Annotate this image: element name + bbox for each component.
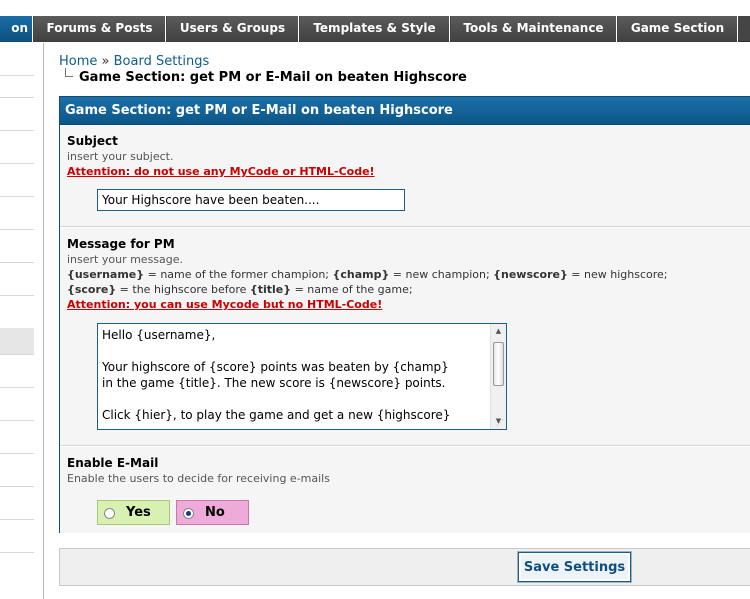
textarea-line [102,392,502,408]
tab-configuration[interactable]: on [0,16,33,42]
sidebar-item[interactable] [0,43,34,76]
sidebar-item[interactable] [0,76,34,98]
radio-label-yes: Yes [126,505,151,520]
textarea-line: Hello {username}, [102,328,216,342]
sidebar-item[interactable] [0,263,34,296]
top-navigation: on Forums & Posts Users & Groups Templat… [0,16,750,42]
subject-title: Subject [67,134,118,148]
sidebar-item[interactable] [0,197,34,230]
resize-grip-icon[interactable]: ⋰ [496,419,504,427]
tab-game-section[interactable]: Game Section [618,16,738,42]
scrollbar-thumb[interactable] [493,342,504,386]
message-textarea[interactable]: Hello {username}, Your highscore of {sco… [97,323,507,430]
sidebar-item[interactable] [0,421,34,454]
form-header: Game Section: get PM or E-Mail on beaten… [60,97,750,125]
subject-input[interactable] [97,189,405,211]
sidebar-item[interactable] [0,230,34,263]
email-yes-option[interactable]: Yes [97,500,170,525]
subject-warning: Attention: do not use any MyCode or HTML… [67,165,375,178]
sidebar-item[interactable] [0,454,34,487]
email-title: Enable E-Mail [67,456,159,470]
textarea-line: Click {hier}, to play the game and get a… [102,408,451,422]
message-variables-line-2: {score} = the highscore before {title} =… [67,283,413,296]
settings-form: Game Section: get PM or E-Mail on beaten… [59,96,750,533]
sidebar-item[interactable] [0,131,34,164]
breadcrumb: Home » Board Settings [59,54,209,69]
sidebar-item-active[interactable] [0,328,34,355]
email-no-option[interactable]: No [176,500,249,525]
tab-forums-posts[interactable]: Forums & Posts [34,16,166,42]
breadcrumb-board-settings-link[interactable]: Board Settings [114,54,210,69]
sidebar [0,43,44,599]
radio-button-yes[interactable] [104,508,115,519]
textarea-scrollbar[interactable]: ▲ ▼ [490,324,506,429]
message-title: Message for PM [67,237,175,251]
breadcrumb-separator: » [101,54,110,69]
email-description: Enable the users to decide for receiving… [67,472,330,485]
tab-tools-maintenance[interactable]: Tools & Maintenance [451,16,617,42]
radio-button-no[interactable] [183,508,194,519]
sidebar-item[interactable] [0,487,34,520]
breadcrumb-current: Game Section: get PM or E-Mail on beaten… [79,70,467,85]
sidebar-item[interactable] [0,164,34,197]
sidebar-item[interactable] [0,388,34,421]
message-variables-line-1: {username} = name of the former champion… [67,268,668,281]
subject-section: Subject insert your subject. Attention: … [60,126,750,227]
sidebar-item[interactable] [0,355,34,388]
message-description: insert your message. [67,253,184,266]
textarea-line: Your highscore of {score} points was bea… [102,360,449,374]
save-settings-button[interactable]: Save Settings [518,552,631,582]
breadcrumb-home-link[interactable]: Home [59,54,97,69]
form-actions-bar: Save Settings [59,548,750,586]
radio-label-no: No [205,505,225,520]
message-warning: Attention: you can use Mycode but no HTM… [67,298,383,311]
textarea-line: in the game {title}. The new score is {n… [102,376,446,390]
textarea-line [102,344,502,360]
scroll-up-arrow-icon[interactable]: ▲ [491,324,506,339]
sidebar-item[interactable] [0,98,34,131]
tab-templates-style[interactable]: Templates & Style [300,16,450,42]
sidebar-item[interactable] [0,520,34,553]
tab-users-groups[interactable]: Users & Groups [167,16,299,42]
subject-description: insert your subject. [67,150,174,163]
